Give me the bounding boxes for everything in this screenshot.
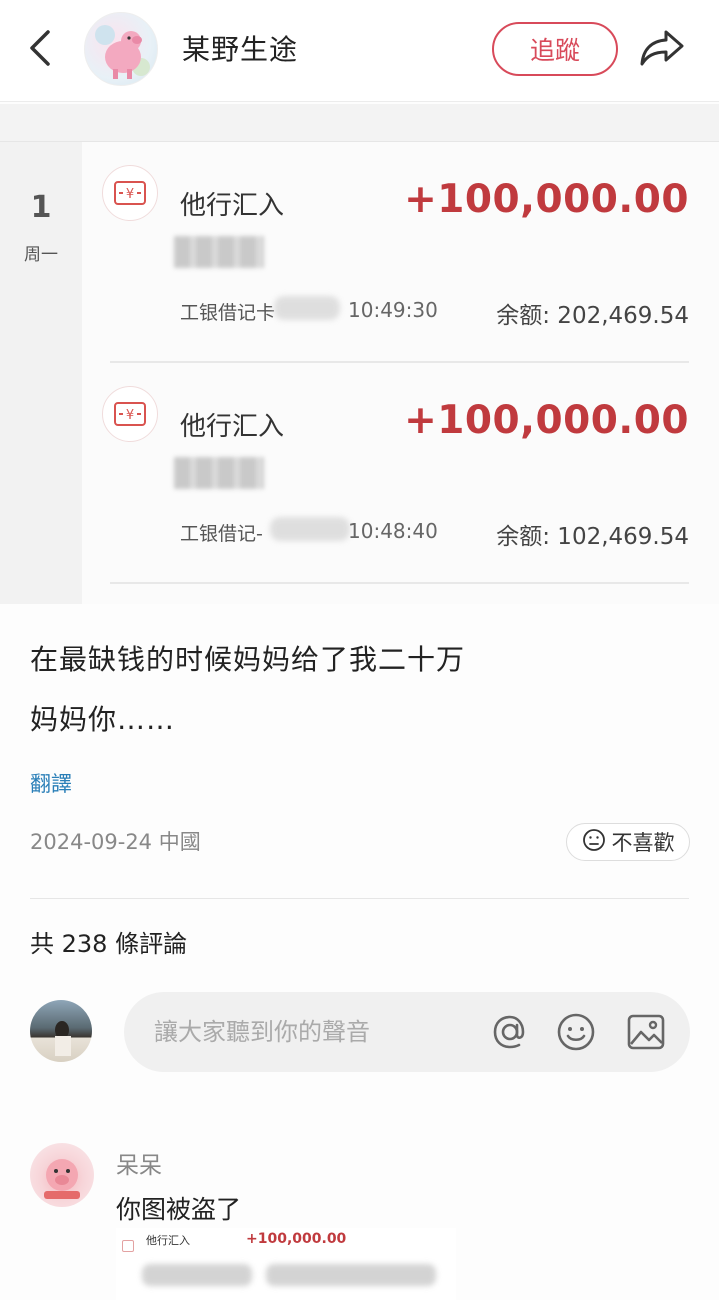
- redacted-text: [266, 1264, 436, 1286]
- emoji-icon[interactable]: [554, 1010, 598, 1054]
- divider: [30, 898, 689, 899]
- author-avatar[interactable]: [84, 12, 158, 86]
- transaction-time: 10:48:40: [348, 519, 438, 543]
- image-icon[interactable]: [624, 1010, 668, 1054]
- post-image[interactable]: 1 周一 ¥ 他行汇入 +100,000.00 工银借记卡 10:49:30 余…: [0, 104, 719, 604]
- svg-text:¥: ¥: [126, 408, 134, 423]
- post-text: 妈妈你……: [30, 703, 176, 736]
- translate-link[interactable]: 翻譯: [30, 768, 72, 798]
- share-icon[interactable]: [638, 26, 686, 70]
- neutral-face-icon: [582, 828, 606, 857]
- transaction-time: 10:49:30: [348, 298, 438, 322]
- comment-image-title: 他行汇入: [146, 1234, 190, 1247]
- date-column: 1 周一: [0, 142, 82, 604]
- redacted-text: [142, 1264, 252, 1286]
- transaction-row: ¥ 他行汇入 +100,000.00 工银借记- 10:48:40 余额: 10…: [82, 363, 719, 584]
- transaction-title: 他行汇入: [180, 412, 285, 442]
- transaction-title: 他行汇入: [180, 191, 285, 221]
- my-avatar: [30, 1000, 92, 1062]
- svg-text:¥: ¥: [126, 187, 134, 202]
- comment-image-amount: +100,000.00: [246, 1231, 347, 1247]
- transaction-balance: 余额: 102,469.54: [496, 524, 689, 550]
- redacted-text: [174, 236, 264, 268]
- transaction-amount: +100,000.00: [404, 177, 689, 222]
- comment-input[interactable]: [154, 1010, 474, 1054]
- top-bar: 某野生途 追蹤: [0, 0, 719, 102]
- commenter-name[interactable]: 呆呆: [116, 1146, 162, 1180]
- comment-composer[interactable]: [124, 992, 690, 1072]
- post-text: 在最缺钱的时候妈妈给了我二十万: [30, 643, 466, 676]
- redacted-card-number: [274, 296, 340, 320]
- transaction-amount: +100,000.00: [404, 398, 689, 443]
- day-week: 周一: [24, 245, 58, 265]
- dislike-label: 不喜歡: [611, 831, 675, 855]
- transaction-balance: 余额: 202,469.54: [496, 303, 689, 329]
- back-arrow-icon[interactable]: [26, 28, 56, 68]
- transfer-icon: ¥: [102, 386, 158, 442]
- post-date-location: 2024-09-24 中國: [30, 830, 201, 854]
- transaction-list: ¥ 他行汇入 +100,000.00 工银借记卡 10:49:30 余额: 20…: [82, 142, 719, 604]
- dislike-button[interactable]: 不喜歡: [566, 823, 690, 861]
- mention-icon[interactable]: [488, 1010, 532, 1054]
- day-number: 1: [30, 190, 52, 225]
- transfer-icon: ¥: [102, 165, 158, 221]
- image-top-strip: [0, 104, 719, 142]
- follow-button[interactable]: 追蹤: [492, 22, 618, 76]
- transaction-card: 工银借记-: [180, 523, 263, 545]
- comment-text: 你图被盗了: [116, 1195, 242, 1224]
- transaction-card: 工银借记卡: [180, 302, 276, 324]
- transaction-row: ¥ 他行汇入 +100,000.00 工银借记卡 10:49:30 余额: 20…: [82, 142, 719, 363]
- redacted-card-number: [270, 517, 350, 541]
- divider: [110, 582, 689, 584]
- commenter-avatar[interactable]: [30, 1143, 94, 1207]
- comment-image[interactable]: 他行汇入 +100,000.00: [116, 1228, 456, 1300]
- comment-count: 共 238 條評論: [30, 930, 188, 958]
- author-name[interactable]: 某野生途: [182, 28, 298, 68]
- redacted-text: [174, 457, 264, 489]
- transfer-icon: [122, 1240, 134, 1252]
